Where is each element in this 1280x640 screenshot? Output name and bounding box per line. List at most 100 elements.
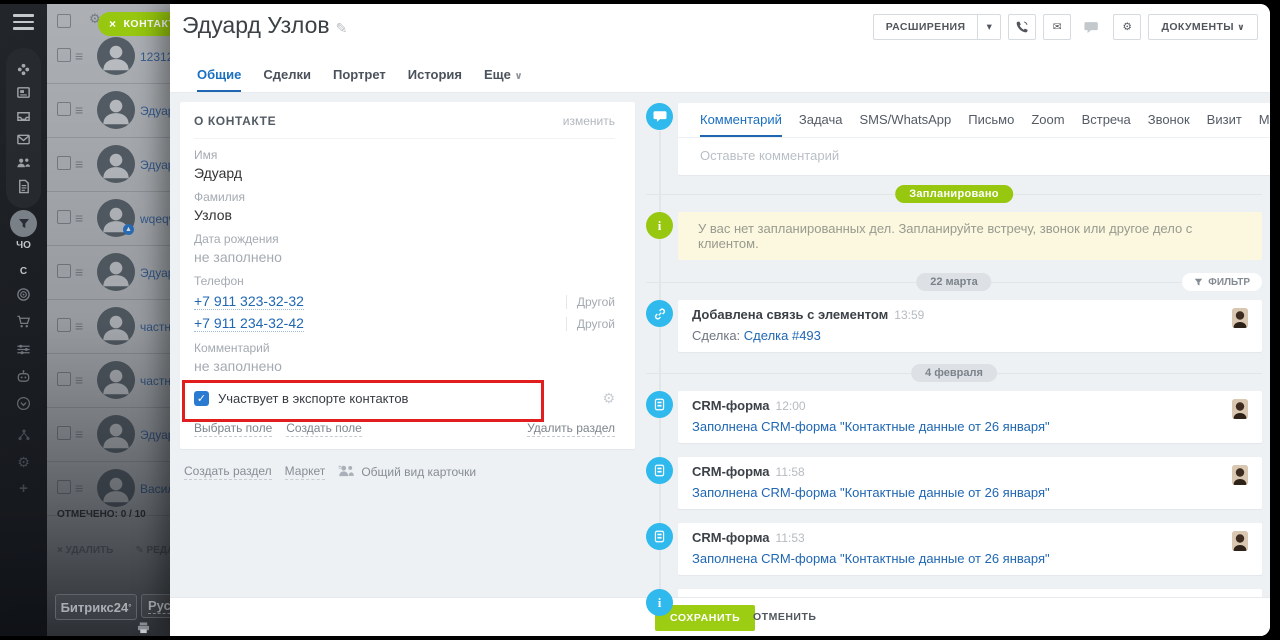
avatar: [1232, 308, 1248, 328]
phone-link[interactable]: +7 911 323-32-32: [194, 293, 304, 310]
empty-plan-notice: У вас нет запланированных дел. Запланиру…: [678, 212, 1262, 260]
documents-button[interactable]: ДОКУМЕНТЫ ∨: [1148, 14, 1258, 40]
header-buttons: РАСШИРЕНИЯ ▾ ✉ ⚙ ДОКУМЕНТЫ ∨: [873, 14, 1258, 40]
extensions-button[interactable]: РАСШИРЕНИЯ: [873, 14, 978, 40]
tab-history[interactable]: История: [408, 67, 462, 92]
contact-list-row[interactable]: ≡Эдуард: [47, 408, 170, 462]
chevron-down-icon[interactable]: [0, 396, 47, 411]
cancel-button[interactable]: ОТМЕНИТЬ: [753, 611, 816, 623]
extensions-caret-button[interactable]: ▾: [977, 14, 1001, 40]
tab-portrait[interactable]: Портрет: [333, 67, 386, 92]
phone-link[interactable]: +7 911 234-32-42: [194, 315, 304, 332]
users-icon[interactable]: [16, 155, 31, 170]
date-divider: 22 марта ФИЛЬТР: [646, 273, 1262, 291]
crm-form-icon: [646, 457, 673, 484]
contact-list-row[interactable]: ≡частно: [47, 354, 170, 408]
tl-tab-comment[interactable]: Комментарий: [700, 112, 782, 137]
crm-form-link[interactable]: Заполнена CRM-форма "Контактные данные о…: [692, 551, 1050, 566]
timeline-entry-crm-form[interactable]: CRM-форма11:58 Заполнена CRM-форма "Конт…: [678, 457, 1262, 509]
crm-form-link[interactable]: Заполнена CRM-форма "Контактные данные о…: [692, 419, 1050, 434]
contact-list-row[interactable]: ≡wqeqw▲: [47, 192, 170, 246]
tl-tab-letter[interactable]: Письмо: [968, 112, 1014, 137]
inbox-icon[interactable]: [16, 109, 31, 124]
bot-icon[interactable]: [0, 369, 47, 384]
contact-tabs: Общие Сделки Портрет История Еще ∨: [197, 67, 523, 92]
timeline-entry-link[interactable]: Добавлена связь с элементом13:59 Сделка:…: [678, 300, 1262, 352]
contact-list-row[interactable]: ≡123123: [47, 30, 170, 84]
field-gear-icon[interactable]: ⚙: [602, 390, 615, 407]
contact-list-row[interactable]: ≡Эдуард: [47, 138, 170, 192]
date-divider: 4 февраля: [646, 364, 1262, 382]
select-all-checkbox[interactable]: [57, 14, 71, 28]
network-icon[interactable]: [0, 428, 47, 442]
phone-type: Другой: [566, 317, 615, 331]
create-field-link[interactable]: Создать поле: [286, 421, 362, 437]
delete-section-link[interactable]: Удалить раздел: [527, 421, 615, 437]
email-button[interactable]: ✉: [1043, 14, 1071, 40]
edit-section-link[interactable]: изменить: [563, 114, 615, 128]
sidebar-label-cho[interactable]: ЧО: [0, 240, 47, 251]
contact-list-row[interactable]: ≡Васили: [47, 462, 170, 516]
section-title: О КОНТАКТЕ: [194, 114, 276, 128]
document-icon[interactable]: [16, 179, 31, 194]
tl-tab-call[interactable]: Звонок: [1148, 112, 1190, 137]
news-icon[interactable]: [16, 85, 31, 100]
mail-icon[interactable]: [16, 132, 31, 147]
main-sidebar: ЧО С ⚙ +: [0, 4, 47, 636]
deal-link[interactable]: Сделка #493: [744, 328, 821, 343]
field-value-birthdate: не заполнено: [194, 249, 615, 265]
card-view-link[interactable]: Общий вид карточки: [361, 465, 476, 479]
comment-input[interactable]: [678, 138, 1270, 175]
timeline-entry-crm-form[interactable]: CRM-форма11:53 Заполнена CRM-форма "Конт…: [678, 523, 1262, 575]
field-value-lastname: Узлов: [194, 207, 615, 223]
contact-list-row[interactable]: ≡Эдуарж: [47, 84, 170, 138]
export-checkbox[interactable]: ✓: [194, 391, 209, 406]
menu-icon[interactable]: [13, 14, 34, 34]
filter-button[interactable]: ФИЛЬТР: [1182, 273, 1262, 291]
filter-icon[interactable]: [10, 210, 37, 237]
field-label: Имя: [194, 148, 615, 162]
gear-icon[interactable]: ⚙: [0, 454, 47, 471]
chat-button[interactable]: [1078, 14, 1106, 40]
tl-tab-visit[interactable]: Визит: [1207, 112, 1242, 137]
tab-deals[interactable]: Сделки: [263, 67, 311, 92]
date-chip: 4 февраля: [911, 364, 997, 382]
tl-tab-task[interactable]: Задача: [799, 112, 843, 137]
field-label-phone: Телефон: [194, 274, 615, 288]
select-field-link[interactable]: Выбрать поле: [194, 421, 272, 437]
delete-button[interactable]: × УДАЛИТЬ: [57, 545, 113, 556]
crm-form-icon: [646, 523, 673, 550]
market-link[interactable]: Маркет: [285, 464, 326, 480]
timeline-entry-crm-form[interactable]: CRM-форма12:00 Заполнена CRM-форма "Конт…: [678, 391, 1262, 443]
settings-gear-button[interactable]: ⚙: [1113, 14, 1141, 40]
planned-badge: Запланировано: [895, 185, 1013, 203]
avatar: [1232, 465, 1248, 485]
edit-title-icon[interactable]: ✎: [336, 20, 348, 36]
target-icon[interactable]: [0, 287, 47, 302]
planned-divider: Запланировано: [646, 185, 1262, 203]
pulse-icon[interactable]: [16, 62, 31, 77]
plus-icon[interactable]: +: [0, 480, 47, 497]
brand-logo: Битрикс24°: [55, 594, 137, 620]
tl-tab-sms[interactable]: SMS/WhatsApp: [860, 112, 952, 137]
create-section-link[interactable]: Создать раздел: [184, 464, 272, 480]
sidebar-label-c[interactable]: С: [0, 266, 47, 277]
field-label: Дата рождения: [194, 232, 615, 246]
call-button[interactable]: [1008, 14, 1036, 40]
contact-list-row[interactable]: ≡Эдуард: [47, 246, 170, 300]
bitrix24-app: ЧО С ⚙ + ⚙ ≡123123 ≡Эдуарж ≡Эдуард ≡wqeq…: [0, 4, 1270, 636]
tl-tab-market[interactable]: Маркет: [1259, 112, 1270, 137]
tl-tab-zoom[interactable]: Zoom: [1031, 112, 1064, 137]
channel-badge-icon: ▲: [123, 224, 134, 235]
tl-tab-meeting[interactable]: Встреча: [1082, 112, 1131, 137]
screenshot-frame: ЧО С ⚙ + ⚙ ≡123123 ≡Эдуарж ≡Эдуард ≡wqeq…: [0, 0, 1280, 640]
tab-general[interactable]: Общие: [197, 67, 241, 92]
contact-list-row[interactable]: ≡частно: [47, 300, 170, 354]
cart-icon[interactable]: [0, 314, 47, 329]
sliders-icon[interactable]: [0, 342, 47, 357]
close-icon[interactable]: ×: [109, 17, 117, 31]
crm-form-link[interactable]: Заполнена CRM-форма "Контактные данные о…: [692, 485, 1050, 500]
printer-icon[interactable]: [137, 621, 150, 636]
details-column: О КОНТАКТЕ изменить Имя Эдуард Фамилия У…: [180, 102, 635, 480]
tab-more[interactable]: Еще ∨: [484, 67, 523, 92]
